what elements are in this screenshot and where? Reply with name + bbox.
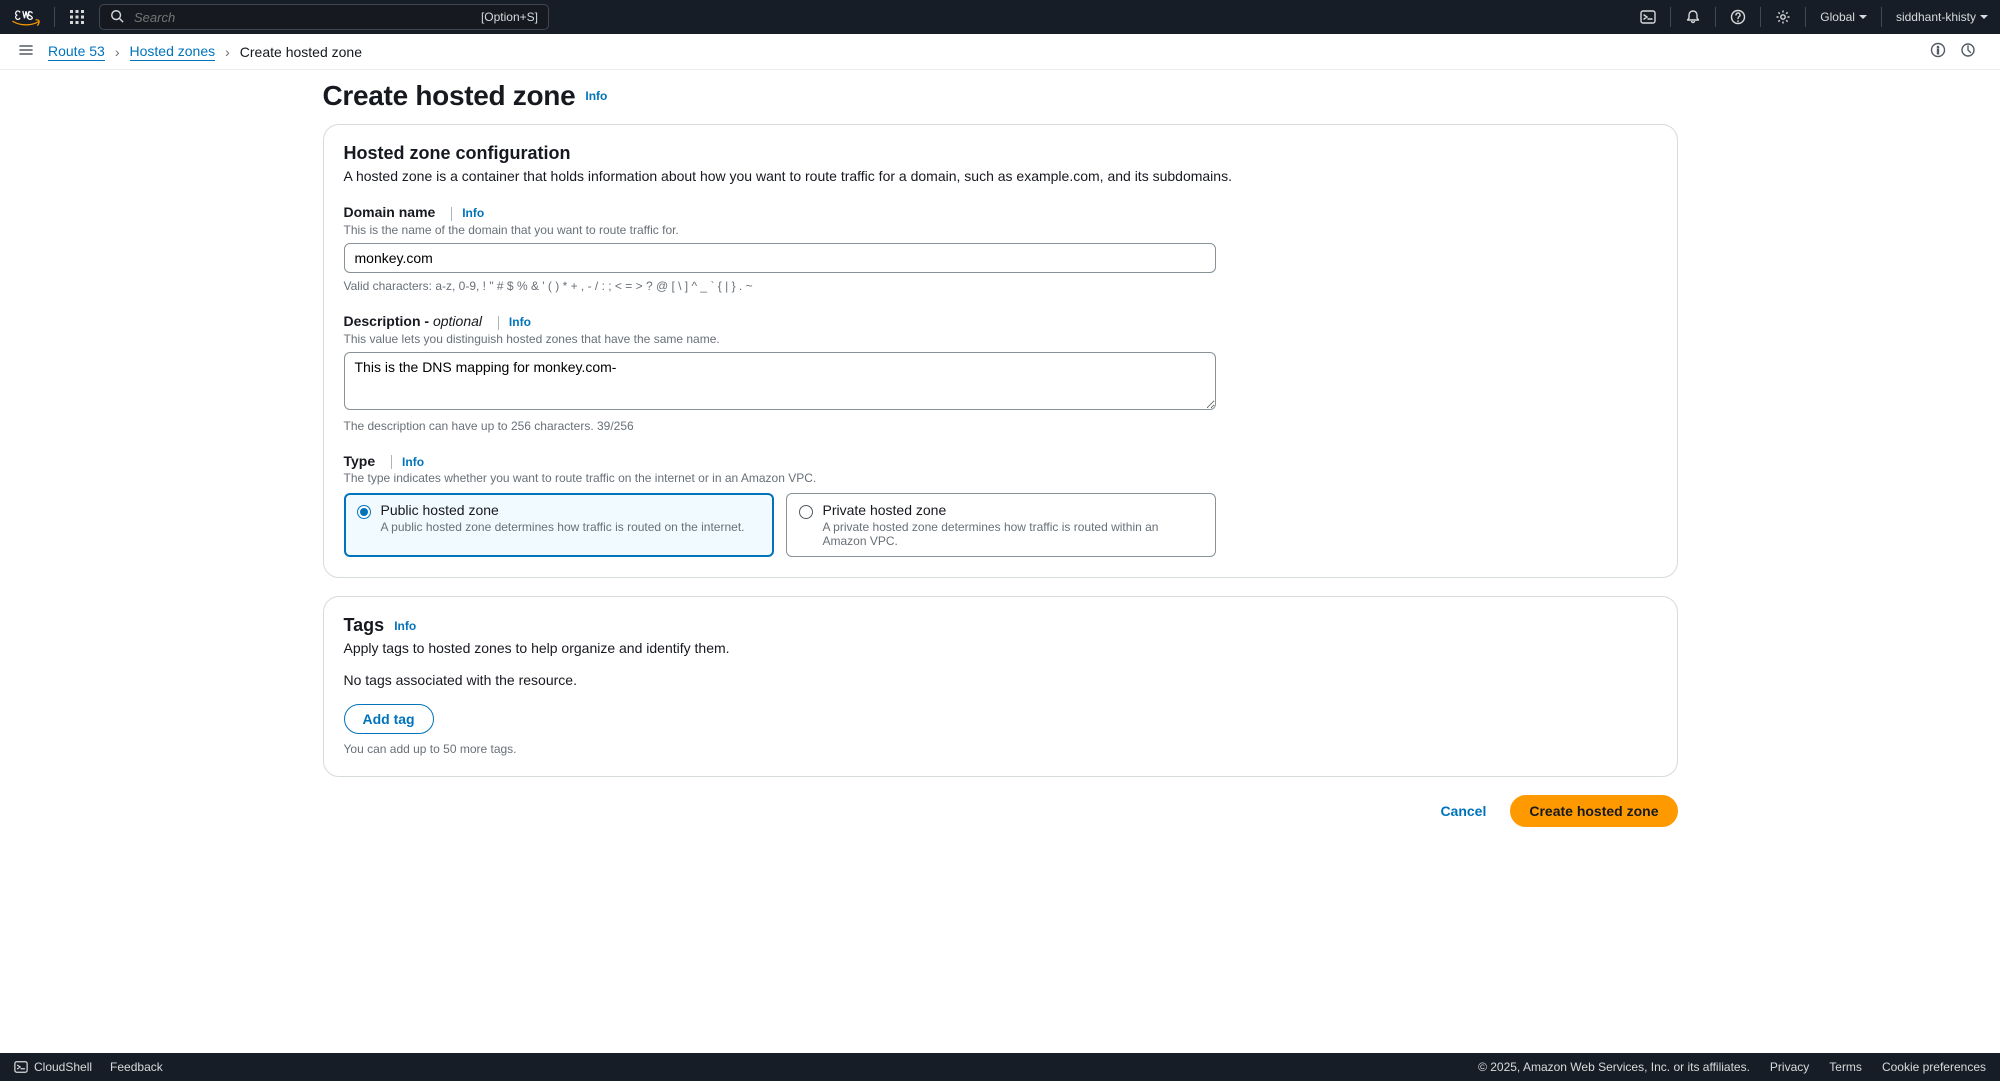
global-search-shortcut: [Option+S]	[481, 10, 538, 24]
tags-heading: Tags	[344, 615, 385, 636]
type-info-link[interactable]: Info	[389, 455, 424, 469]
divider	[1760, 7, 1761, 27]
divider	[1881, 7, 1882, 27]
domain-name-hint: This is the name of the domain that you …	[344, 223, 1657, 237]
region-label: Global	[1820, 10, 1855, 24]
breadcrumb-parent[interactable]: Hosted zones	[130, 43, 216, 61]
type-hint: The type indicates whether you want to r…	[344, 471, 1657, 485]
caret-down-icon	[1859, 15, 1867, 19]
domain-name-constraint: Valid characters: a-z, 0-9, ! " # $ % & …	[344, 279, 1657, 293]
description-label: Description - optional	[344, 313, 483, 329]
help-icon[interactable]	[1730, 9, 1746, 25]
form-actions: Cancel Create hosted zone	[323, 795, 1678, 827]
divider	[1805, 7, 1806, 27]
divider	[1715, 7, 1716, 27]
radio-public[interactable]	[357, 505, 371, 519]
search-icon	[110, 9, 124, 26]
type-label: Type	[344, 453, 376, 469]
side-nav-toggle[interactable]	[18, 42, 34, 61]
tags-description: Apply tags to hosted zones to help organ…	[344, 640, 1657, 656]
type-card-public[interactable]: Public hosted zone A public hosted zone …	[344, 493, 774, 557]
breadcrumb: Route 53 › Hosted zones › Create hosted …	[48, 43, 362, 61]
type-public-desc: A public hosted zone determines how traf…	[381, 520, 745, 534]
page-help-icon[interactable]	[1930, 42, 1946, 61]
footer-copyright: © 2025, Amazon Web Services, Inc. or its…	[1478, 1060, 1750, 1074]
tags-empty-message: No tags associated with the resource.	[344, 672, 1657, 688]
tags-constraint: You can add up to 50 more tags.	[344, 742, 1657, 756]
global-search[interactable]: [Option+S]	[99, 4, 549, 30]
page-title-info-link[interactable]: Info	[583, 89, 607, 103]
type-card-private[interactable]: Private hosted zone A private hosted zon…	[786, 493, 1216, 557]
services-menu-icon[interactable]	[69, 9, 85, 25]
cancel-button[interactable]: Cancel	[1434, 802, 1492, 820]
field-type: Type Info The type indicates whether you…	[344, 453, 1657, 558]
footer-terms[interactable]: Terms	[1829, 1060, 1862, 1074]
type-public-title: Public hosted zone	[381, 502, 745, 518]
panel-hosted-zone-config: Hosted zone configuration A hosted zone …	[323, 124, 1678, 578]
breadcrumb-current: Create hosted zone	[240, 44, 362, 60]
radio-private[interactable]	[799, 505, 813, 519]
domain-name-label: Domain name	[344, 204, 436, 220]
config-description: A hosted zone is a container that holds …	[344, 168, 1657, 184]
description-input[interactable]	[344, 352, 1216, 410]
aws-logo[interactable]	[12, 9, 40, 26]
username-label: siddhant-khisty	[1896, 10, 1976, 24]
add-tag-button[interactable]: Add tag	[344, 704, 434, 734]
description-label-prefix: Description -	[344, 313, 433, 329]
global-search-input[interactable]	[132, 9, 392, 26]
account-menu[interactable]: siddhant-khisty	[1896, 10, 1988, 24]
breadcrumb-bar: Route 53 › Hosted zones › Create hosted …	[0, 34, 2000, 70]
description-constraint: The description can have up to 256 chara…	[344, 419, 1657, 433]
footer-cloudshell[interactable]: CloudShell	[14, 1060, 92, 1074]
divider	[1670, 7, 1671, 27]
type-private-desc: A private hosted zone determines how tra…	[823, 520, 1203, 548]
footer-cookies[interactable]: Cookie preferences	[1882, 1060, 1986, 1074]
panel-tags: Tags Info Apply tags to hosted zones to …	[323, 596, 1678, 777]
page-settings-icon[interactable]	[1960, 42, 1976, 61]
page-title: Create hosted zone	[323, 80, 576, 112]
description-hint: This value lets you distinguish hosted z…	[344, 332, 1657, 346]
chevron-right-icon: ›	[115, 44, 120, 60]
footer-cloudshell-label: CloudShell	[34, 1060, 92, 1074]
caret-down-icon	[1980, 15, 1988, 19]
footer-feedback[interactable]: Feedback	[110, 1060, 163, 1074]
domain-name-info-link[interactable]: Info	[449, 206, 484, 220]
notifications-icon[interactable]	[1685, 9, 1701, 25]
tags-info-link[interactable]: Info	[392, 619, 416, 633]
settings-icon[interactable]	[1775, 9, 1791, 25]
top-nav: [Option+S] Global siddhant-khisty	[0, 0, 2000, 34]
config-heading: Hosted zone configuration	[344, 143, 1657, 164]
description-label-optional: optional	[433, 313, 482, 329]
domain-name-input[interactable]	[344, 243, 1216, 273]
type-private-title: Private hosted zone	[823, 502, 1203, 518]
divider	[54, 7, 55, 27]
cloudshell-icon[interactable]	[1640, 9, 1656, 25]
chevron-right-icon: ›	[225, 44, 230, 60]
main: Create hosted zone Info Hosted zone conf…	[0, 70, 2000, 1053]
footer-privacy[interactable]: Privacy	[1770, 1060, 1809, 1074]
region-selector[interactable]: Global	[1820, 10, 1867, 24]
create-hosted-zone-button[interactable]: Create hosted zone	[1510, 795, 1677, 827]
footer: CloudShell Feedback © 2025, Amazon Web S…	[0, 1053, 2000, 1081]
field-domain-name: Domain name Info This is the name of the…	[344, 204, 1657, 293]
breadcrumb-service[interactable]: Route 53	[48, 43, 105, 61]
description-info-link[interactable]: Info	[496, 315, 531, 329]
field-description: Description - optional Info This value l…	[344, 313, 1657, 433]
